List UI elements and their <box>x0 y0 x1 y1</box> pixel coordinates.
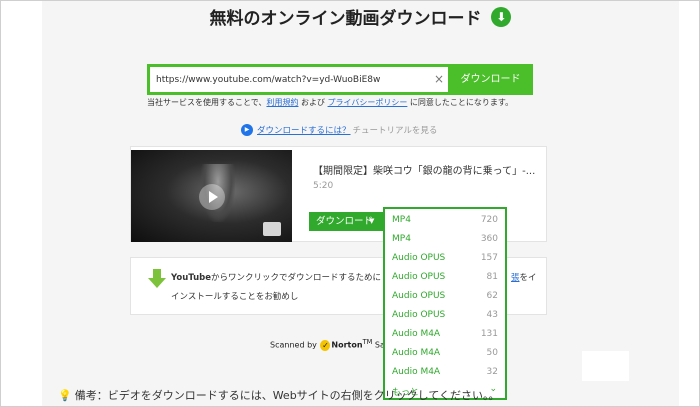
download-button[interactable]: ダウンロード <box>448 64 533 95</box>
quality-label: 62 <box>486 291 498 301</box>
promo-line2: インストールすることをお勧めし <box>171 292 299 302</box>
format-option[interactable]: Audio M4A 131 <box>385 325 505 344</box>
promo-tail-text: をイ <box>519 273 537 283</box>
norton-brand: Norton <box>331 340 363 350</box>
page-title-text: 無料のオンライン動画ダウンロード <box>209 9 482 29</box>
format-label: Audio M4A <box>392 329 441 339</box>
format-option[interactable]: MP4 360 <box>385 230 505 249</box>
green-download-icon <box>148 269 166 289</box>
promo-extension-link[interactable]: 張 <box>511 273 520 283</box>
page-title: 無料のオンライン動画ダウンロード ⬇ <box>42 4 679 29</box>
format-label: Audio M4A <box>392 367 441 377</box>
scanned-by-badge: Scanned by ✓NortonTM Safe <box>270 338 393 351</box>
left-margin <box>1 1 42 406</box>
format-option[interactable]: MP4 720 <box>385 211 505 230</box>
right-margin <box>679 1 699 406</box>
format-label: MP4 <box>392 215 411 225</box>
format-label: Audio OPUS <box>392 310 446 320</box>
quality-label: 157 <box>480 253 498 263</box>
promo-line1: からワンクリックでダウンロードするために <box>211 273 382 283</box>
format-dropdown: MP4 720 MP4 360 Audio OPUS 157 Audio OPU… <box>383 207 507 400</box>
video-duration: 5:20 <box>313 181 334 191</box>
promo-tail: 張をイ <box>511 269 541 288</box>
format-option[interactable]: Audio M4A 32 <box>385 363 505 382</box>
format-option[interactable]: Audio OPUS 157 <box>385 249 505 268</box>
quality-label: 43 <box>486 310 498 320</box>
download-arrow-icon: ⬇ <box>491 6 512 27</box>
thumbnail-play-icon[interactable] <box>199 184 225 210</box>
quality-label: 360 <box>480 234 498 244</box>
lightbulb-icon: 💡 <box>58 389 72 402</box>
footer-note: 💡 備考：ビデオをダウンロードするには、Webサイトの右側をクリックしてください。… <box>58 387 500 403</box>
tutorial-text: チュートリアルを見る <box>352 126 438 136</box>
quality-label: 32 <box>486 367 498 377</box>
format-download-label: ダウンロード <box>316 216 374 227</box>
norton-check-icon: ✓ <box>320 339 331 351</box>
norton-tm: TM <box>362 338 373 346</box>
thumbnail-logo <box>263 222 281 236</box>
url-search-bar: × ダウンロード <box>147 64 533 95</box>
quality-label: 720 <box>480 215 498 225</box>
format-option[interactable]: Audio OPUS 62 <box>385 287 505 306</box>
terms-and: および <box>298 98 328 107</box>
caret-down-icon: ▼ <box>369 217 375 225</box>
format-label: MP4 <box>392 234 411 244</box>
download-arrow-shaft <box>153 269 161 278</box>
howto-row: ▶ ダウンロードするには？ チュートリアルを見る <box>241 124 437 136</box>
play-icon[interactable]: ▶ <box>241 124 253 136</box>
privacy-policy-link[interactable]: プライバシーポリシー <box>328 98 408 107</box>
format-label: Audio OPUS <box>392 291 446 301</box>
format-option[interactable]: Audio OPUS 81 <box>385 268 505 287</box>
main-page: 無料のオンライン動画ダウンロード ⬇ × ダウンロード 当社サービスを使用するこ… <box>42 1 679 406</box>
url-input[interactable] <box>156 67 426 92</box>
clear-icon[interactable]: × <box>431 71 447 87</box>
quality-label: 50 <box>486 348 498 358</box>
format-option[interactable]: Audio OPUS 43 <box>385 306 505 325</box>
terms-suffix: に同意したことになります。 <box>407 98 514 107</box>
format-label: Audio M4A <box>392 348 441 358</box>
format-download-button[interactable]: ダウンロード ▼ <box>309 212 386 231</box>
scanned-prefix: Scanned by <box>270 340 317 350</box>
promo-brand: YouTube <box>171 273 212 283</box>
format-option[interactable]: Audio M4A 50 <box>385 344 505 363</box>
footer-note-text: 備考：ビデオをダウンロードするには、Webサイトの右側をクリックしてください。。 <box>74 389 500 402</box>
download-arrow-head <box>148 278 166 288</box>
format-label: Audio OPUS <box>392 272 446 282</box>
video-title: 【期間限定】柴咲コウ「銀の龍の背に乗って」-... <box>313 166 536 177</box>
quality-label: 131 <box>480 329 498 339</box>
terms-of-use-link[interactable]: 利用規約 <box>266 98 298 107</box>
howto-link[interactable]: ダウンロードするには？ <box>257 126 351 136</box>
terms-notice: 当社サービスを使用することで、利用規約 および プライバシーポリシー に同意した… <box>147 97 513 108</box>
quality-label: 81 <box>486 272 498 282</box>
format-label: Audio OPUS <box>392 253 446 263</box>
blank-panel <box>582 351 629 381</box>
terms-prefix: 当社サービスを使用することで、 <box>147 98 267 107</box>
video-thumbnail[interactable] <box>131 150 292 242</box>
